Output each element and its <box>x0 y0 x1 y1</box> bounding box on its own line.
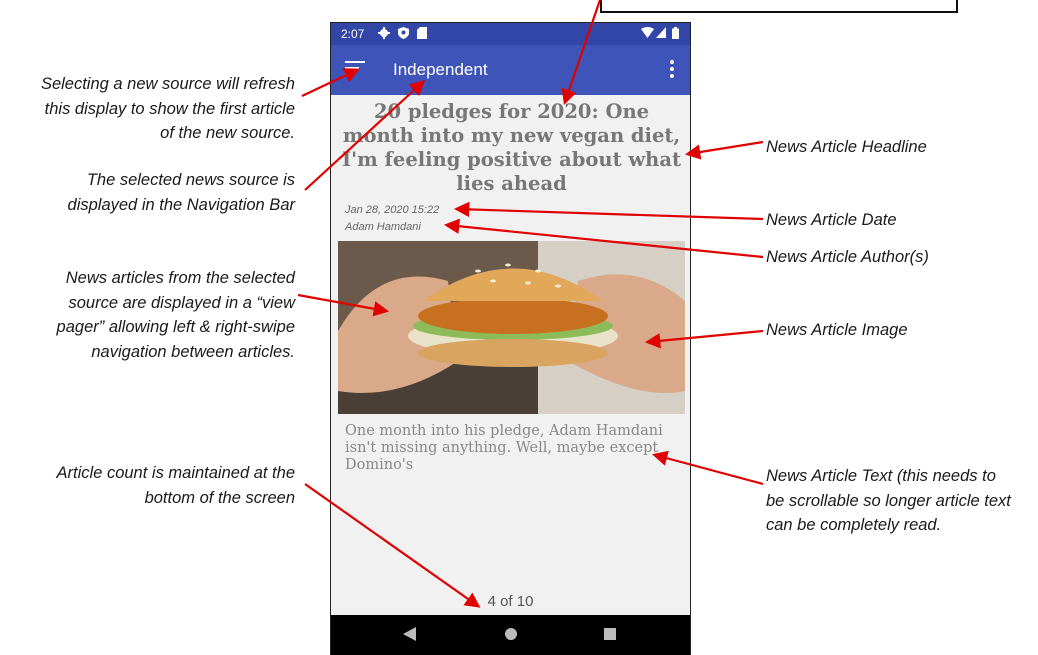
phone-screen: 2:07 Independent 20 pledges for 2020: On… <box>330 22 691 655</box>
battery-icon <box>672 27 679 42</box>
annotation-article-count: Article count is maintained at the botto… <box>56 464 295 507</box>
annotation-author: News Article Author(s) <box>766 248 929 266</box>
shield-icon <box>398 27 409 42</box>
back-triangle-icon[interactable] <box>403 627 417 646</box>
article-date: Jan 28, 2020 15:22 <box>345 204 440 216</box>
app-title: Independent <box>393 60 488 79</box>
annotation-text: News Article Text (this needs to be scro… <box>766 467 1011 534</box>
annotation-date: News Article Date <box>766 211 897 229</box>
annotation-headline: News Article Headline <box>766 138 927 156</box>
home-circle-icon[interactable] <box>504 627 518 646</box>
arrow-headline <box>684 140 764 160</box>
article-text[interactable]: One month into his pledge, Adam Hamdani … <box>345 423 680 593</box>
recents-square-icon[interactable] <box>603 627 617 646</box>
article-count: 4 of 10 <box>487 593 534 610</box>
article-author: Adam Hamdani <box>345 221 421 233</box>
status-bar: 2:07 <box>331 23 690 45</box>
status-time: 2:07 <box>341 27 365 41</box>
signal-icon <box>656 27 666 42</box>
cropped-callout-box <box>600 0 958 13</box>
annotation-image: News Article Image <box>766 321 908 339</box>
annotation-source-refresh: Selecting a new source will refresh this… <box>40 75 295 142</box>
annotation-view-pager: News articles from the selected source a… <box>56 269 295 361</box>
vegan-burger-photo <box>338 241 685 414</box>
hamburger-menu-icon[interactable] <box>345 61 365 79</box>
app-bar: Independent <box>331 45 690 95</box>
more-vert-icon[interactable] <box>670 60 674 78</box>
gear-icon <box>378 27 390 42</box>
annotation-nav-bar-source: The selected news source is displayed in… <box>67 171 295 214</box>
article-image <box>338 241 685 414</box>
android-nav-bar <box>331 615 690 655</box>
wifi-icon <box>641 27 654 42</box>
article-headline: 20 pledges for 2020: One month into my n… <box>342 100 681 195</box>
sd-card-icon <box>417 27 427 42</box>
